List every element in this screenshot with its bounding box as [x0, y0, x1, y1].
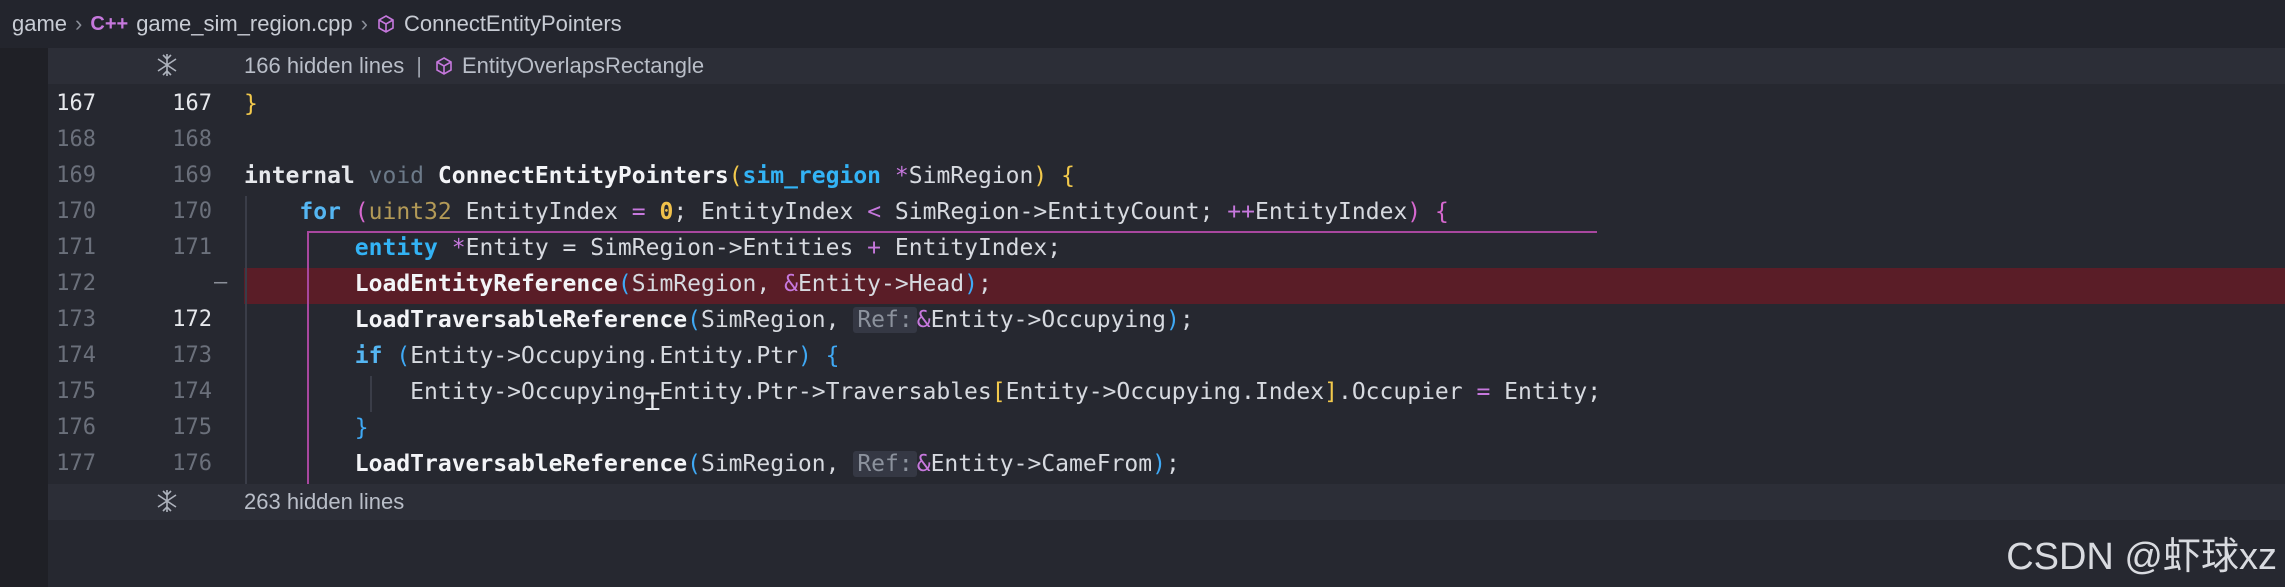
chevron-right-icon: › — [360, 11, 368, 36]
old-line-number: 174 — [56, 343, 96, 368]
code-text: Entity->Occupying.Entity.Ptr->Traversabl… — [410, 379, 1602, 405]
code-line[interactable]: 175 174 Entity->Occupying.Entity.Ptr->Tr… — [0, 376, 2285, 412]
new-line-number: 170 — [172, 199, 212, 224]
code-line[interactable]: 167 167 } — [0, 88, 2285, 124]
deleted-marker: — — [214, 270, 228, 295]
code-text: internal void ConnectEntityPointers(sim_… — [244, 163, 1075, 189]
code-line[interactable]: 173 172 LoadTraversableReference(SimRegi… — [0, 304, 2285, 340]
new-line-number: 172 — [172, 307, 212, 332]
code-line[interactable]: 171 171 entity *Entity = SimRegion->Enti… — [0, 232, 2285, 268]
old-line-number: 171 — [56, 235, 96, 260]
new-line-number: 176 — [172, 451, 212, 476]
code-line-deleted[interactable]: 172 — LoadEntityReference(SimRegion, &En… — [0, 268, 2285, 304]
indent-guide — [245, 196, 247, 484]
old-line-number: 175 — [56, 379, 96, 404]
code-line[interactable]: 170 170 for (uint32 EntityIndex = 0; Ent… — [0, 196, 2285, 232]
code-text: if (Entity->Occupying.Entity.Ptr) { — [354, 343, 840, 369]
fold-label: 263 hidden lines — [244, 489, 404, 515]
code-text: for (uint32 EntityIndex = 0; EntityIndex… — [299, 199, 1449, 225]
unfold-icon[interactable] — [154, 52, 180, 78]
hidden-lines-count: 166 hidden lines — [244, 53, 405, 78]
code-line[interactable]: 176 175 } — [0, 412, 2285, 448]
code-line[interactable]: 177 176 LoadTraversableReference(SimRegi… — [0, 448, 2285, 484]
cpp-file-icon: C++ — [90, 12, 129, 35]
old-line-number: 168 — [56, 127, 96, 152]
new-line-number: 171 — [172, 235, 212, 260]
code-line[interactable]: 168 168 — [0, 124, 2285, 160]
old-line-number: 167 — [56, 91, 96, 116]
code-text: LoadTraversableReference(SimRegion, Ref:… — [354, 451, 1180, 477]
code-line[interactable]: 169 169 internal void ConnectEntityPoint… — [0, 160, 2285, 196]
old-line-number: 169 — [56, 163, 96, 188]
ibeam-cursor-icon: Ꮖ — [645, 388, 661, 416]
old-line-number: 176 — [56, 415, 96, 440]
old-line-number: 170 — [56, 199, 96, 224]
chevron-right-icon: › — [75, 11, 83, 36]
breadcrumb: game › C++ game_sim_region.cpp › Connect… — [0, 0, 2285, 48]
watermark: CSDN @虾球xz — [2006, 536, 2277, 578]
code-line[interactable]: 174 173 if (Entity->Occupying.Entity.Ptr… — [0, 340, 2285, 376]
method-cube-icon — [376, 14, 396, 34]
new-line-number: 174 — [172, 379, 212, 404]
unfold-icon[interactable] — [154, 488, 180, 514]
breadcrumb-folder[interactable]: game — [12, 11, 67, 37]
method-cube-icon — [434, 56, 454, 76]
new-line-number: 167 — [172, 91, 212, 116]
parameter-hint: Ref: — [853, 451, 917, 477]
new-line-number: 173 — [172, 343, 212, 368]
old-line-number: 172 — [56, 271, 96, 296]
folded-region-bottom[interactable]: 263 hidden lines — [48, 484, 2285, 520]
breadcrumb-symbol[interactable]: ConnectEntityPointers — [404, 11, 622, 37]
editor-window: game › C++ game_sim_region.cpp › Connect… — [0, 0, 2285, 587]
fold-symbol[interactable]: EntityOverlapsRectangle — [462, 53, 704, 79]
indent-guide-active — [307, 232, 309, 484]
breadcrumb-file[interactable]: game_sim_region.cpp — [136, 11, 352, 37]
old-line-number: 173 — [56, 307, 96, 332]
indent-guide — [370, 376, 372, 412]
fold-label: 166 hidden lines | EntityOverlapsRectang… — [244, 53, 704, 79]
code-text: LoadTraversableReference(SimRegion, Ref:… — [354, 307, 1194, 333]
new-line-number: 168 — [172, 127, 212, 152]
scope-underline — [307, 231, 1597, 233]
code-text: LoadEntityReference(SimRegion, &Entity->… — [354, 271, 992, 297]
code-text: entity *Entity = SimRegion->Entities + E… — [354, 235, 1062, 261]
folded-region-top[interactable]: 166 hidden lines | EntityOverlapsRectang… — [48, 48, 2285, 84]
parameter-hint: Ref: — [853, 307, 917, 333]
code-text: } — [244, 91, 258, 117]
separator: | — [416, 53, 422, 78]
new-line-number: 175 — [172, 415, 212, 440]
hidden-lines-count: 263 hidden lines — [244, 489, 405, 514]
old-line-number: 177 — [56, 451, 96, 476]
new-line-number: 169 — [172, 163, 212, 188]
